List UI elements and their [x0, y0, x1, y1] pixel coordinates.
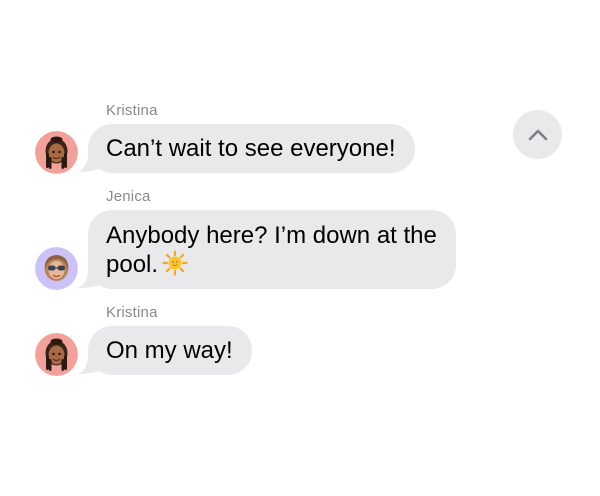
scroll-up-button[interactable]	[513, 110, 562, 159]
message-bubble[interactable]: Anybody here? I’m down at the pool.	[88, 210, 456, 289]
kristina-memoji-icon	[35, 131, 78, 174]
message-text: Can’t wait to see everyone!	[106, 135, 396, 162]
avatar[interactable]	[35, 333, 78, 376]
sender-name: Kristina	[106, 304, 158, 321]
message-text-line: pool.	[106, 250, 437, 279]
message-text-line: Anybody here? I’m down at the	[106, 222, 437, 249]
chevron-up-icon	[528, 129, 547, 140]
sender-name: Jenica	[106, 188, 151, 205]
message-bubble[interactable]: Can’t wait to see everyone!	[88, 124, 415, 173]
kristina-memoji-icon	[35, 333, 78, 376]
jenica-memoji-icon	[35, 247, 78, 290]
avatar[interactable]	[35, 131, 78, 174]
message-bubble[interactable]: On my way!	[88, 326, 252, 375]
sun-emoji-icon	[162, 250, 188, 276]
avatar[interactable]	[35, 247, 78, 290]
message-text: On my way!	[106, 337, 233, 364]
sender-name: Kristina	[106, 102, 158, 119]
